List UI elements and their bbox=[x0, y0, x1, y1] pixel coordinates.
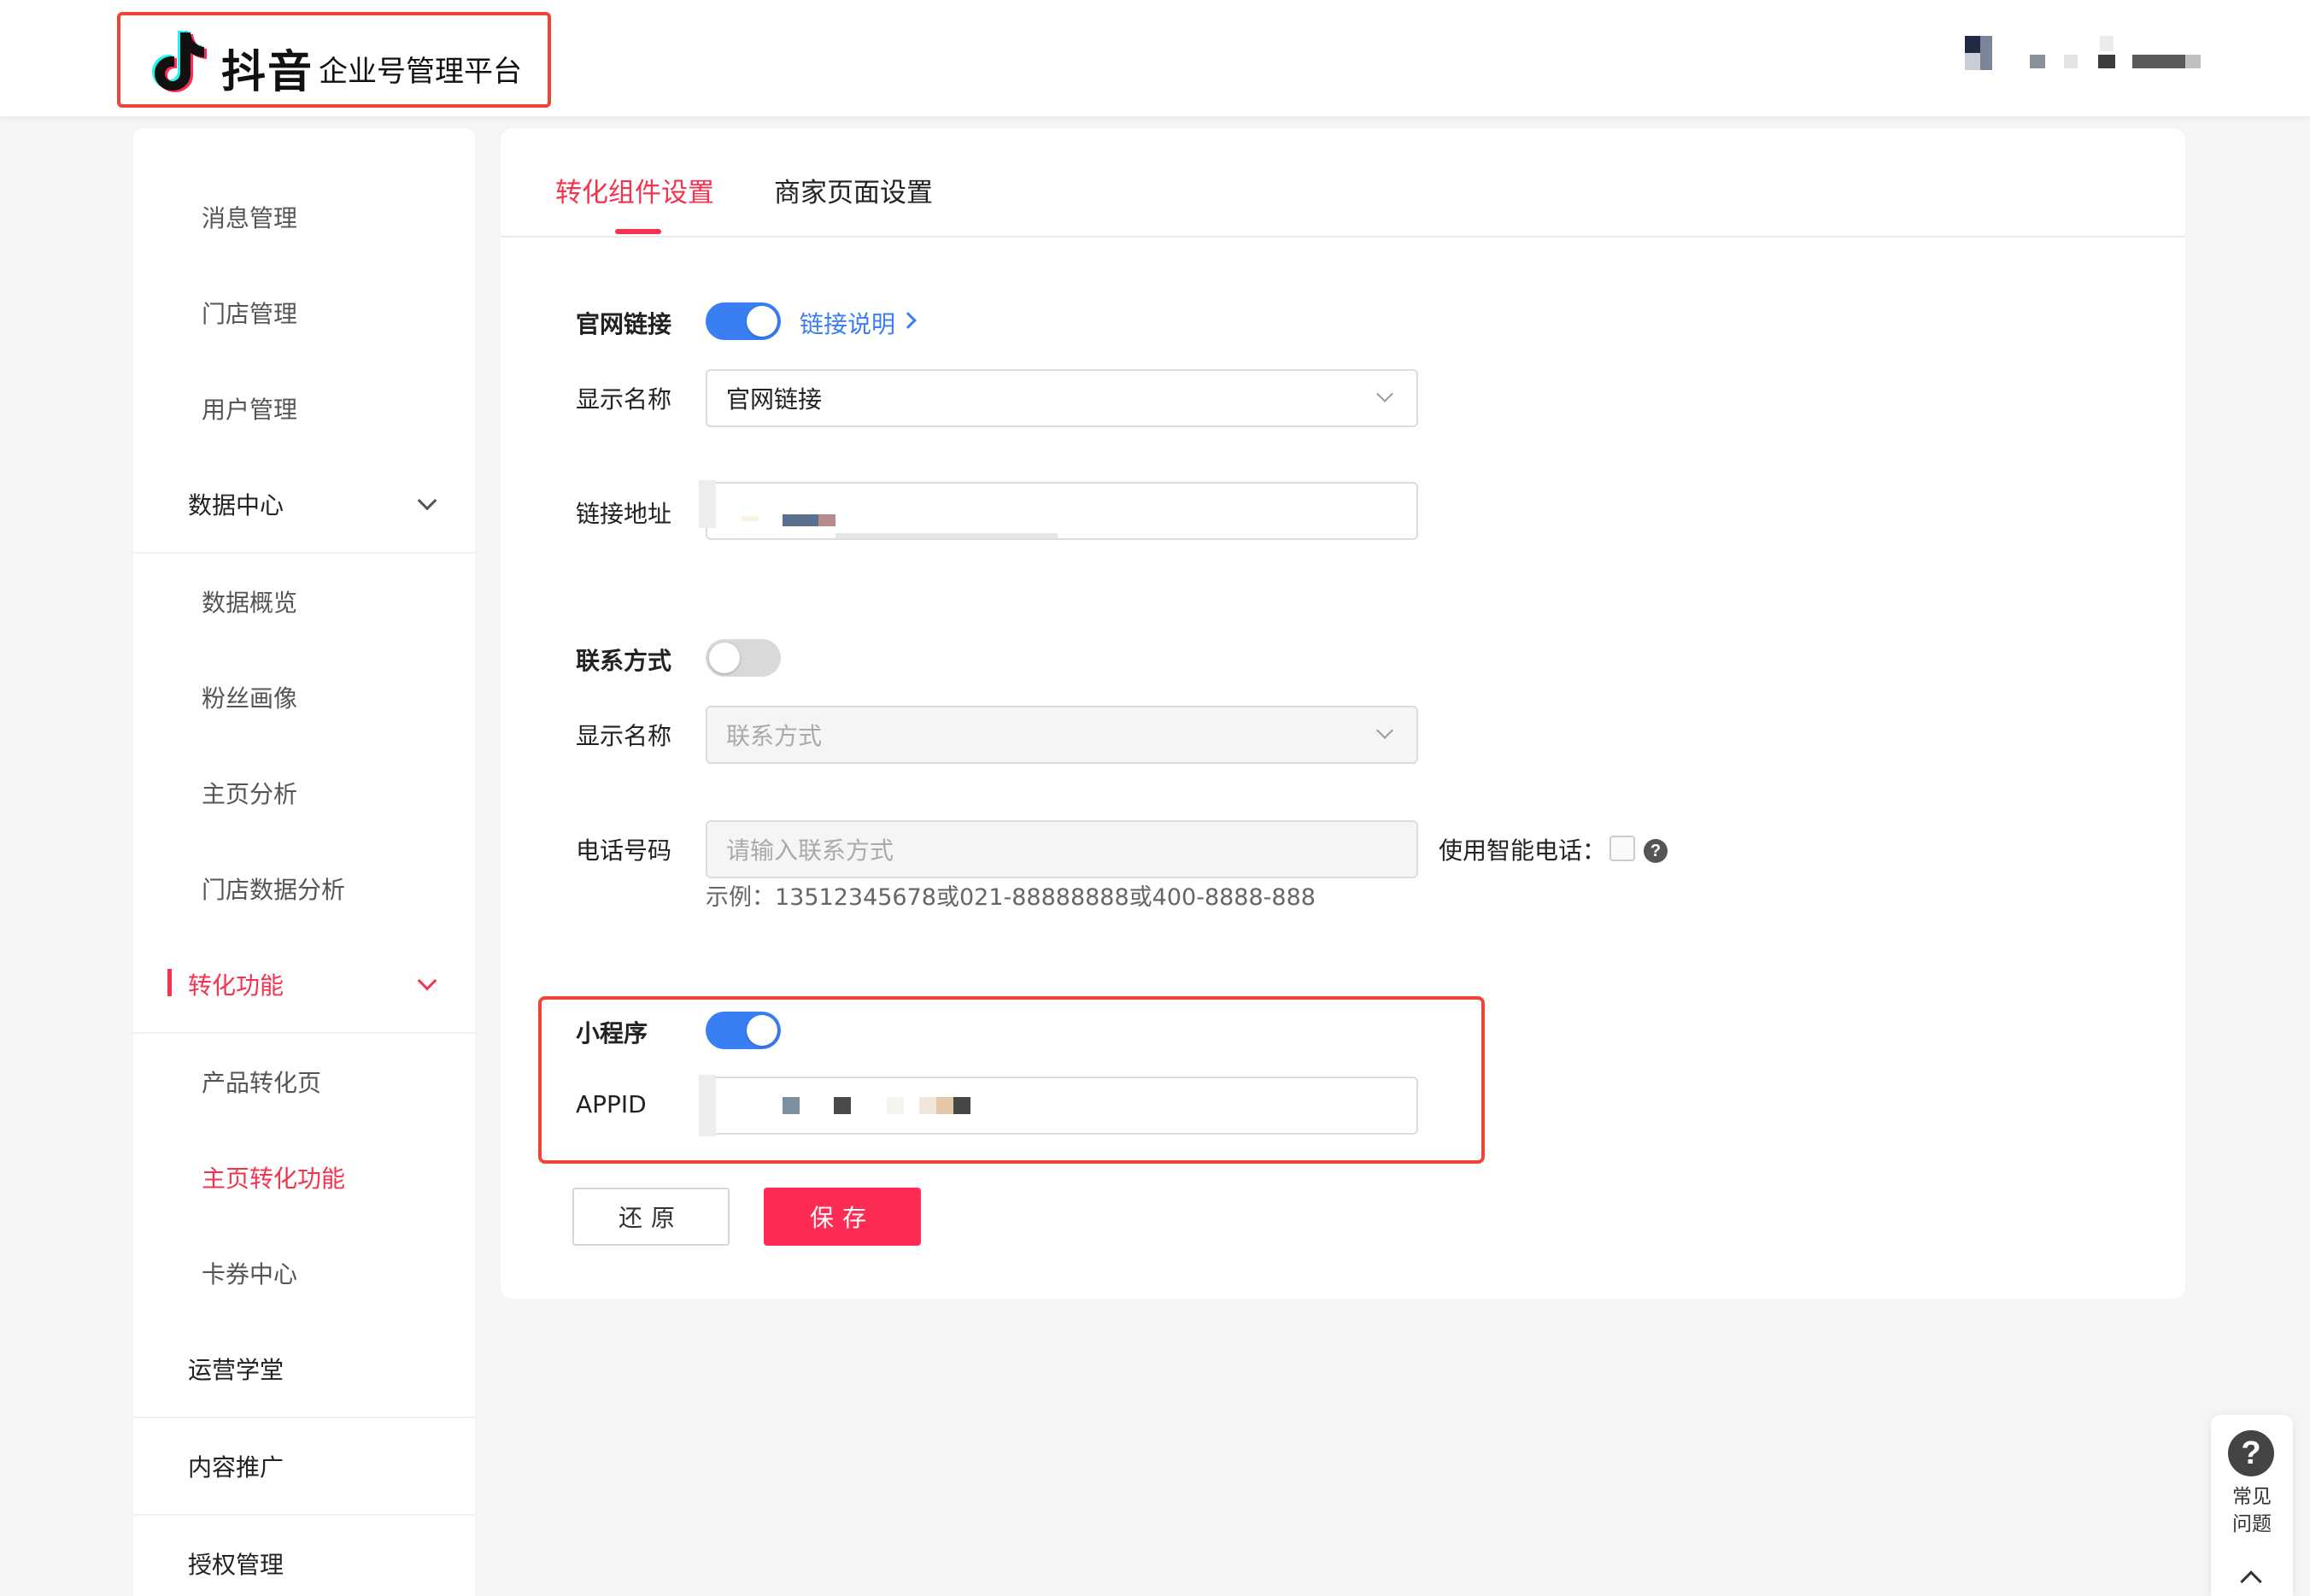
phone-label: 电话号码 bbox=[576, 836, 672, 865]
sidebar-group-content-promotion[interactable]: 内容推广 bbox=[133, 1418, 475, 1514]
faq-label-line2: 问题 bbox=[2232, 1513, 2272, 1535]
top-header: 抖音 企业号管理平台 bbox=[0, 0, 2310, 116]
blurred-content bbox=[834, 1097, 851, 1114]
miniapp-title: 小程序 bbox=[576, 1019, 648, 1047]
tab-bar: 转化组件设置 商家页面设置 bbox=[501, 128, 2185, 238]
sidebar-item-coupon-center[interactable]: 卡券中心 bbox=[133, 1225, 475, 1321]
sidebar-item-label: 主页转化功能 bbox=[202, 1165, 346, 1193]
sidebar-item-label: 门店数据分析 bbox=[202, 876, 346, 904]
blurred-content bbox=[783, 1097, 800, 1114]
sidebar-item-label: 消息管理 bbox=[202, 204, 298, 232]
save-button[interactable]: 保存 bbox=[764, 1188, 921, 1246]
blurred-content bbox=[835, 533, 1058, 538]
blurred-content bbox=[699, 1075, 716, 1136]
sidebar-item-label: 授权管理 bbox=[188, 1551, 284, 1579]
sidebar-item-messages[interactable]: 消息管理 bbox=[133, 169, 475, 265]
blurred-content bbox=[936, 1097, 953, 1114]
sidebar-item-users[interactable]: 用户管理 bbox=[133, 361, 475, 456]
contact-name-select[interactable]: 联系方式 bbox=[706, 706, 1418, 764]
sidebar-item-label: 门店管理 bbox=[202, 300, 298, 328]
sidebar-item-label: 数据概览 bbox=[202, 589, 298, 617]
blurred-content bbox=[742, 516, 759, 521]
website-name-label: 显示名称 bbox=[576, 385, 672, 414]
toggle-knob bbox=[709, 643, 740, 673]
smart-phone-checkbox[interactable] bbox=[1609, 836, 1635, 861]
settings-card: 转化组件设置 商家页面设置 官网链接 链接说明 显示名称 官网链接 链接地址 联… bbox=[501, 128, 2185, 1299]
blurred-content bbox=[818, 514, 835, 526]
sidebar-item-homepage-conversion[interactable]: 主页转化功能 bbox=[133, 1130, 475, 1225]
user-account-blurred[interactable] bbox=[1956, 32, 2213, 75]
blurred-content bbox=[699, 480, 716, 528]
appid-label: APPID bbox=[576, 1090, 647, 1118]
website-link-toggle[interactable] bbox=[706, 302, 781, 340]
sidebar-item-label: 主页分析 bbox=[202, 780, 298, 808]
sidebar-item-fan-profile[interactable]: 粉丝画像 bbox=[133, 649, 475, 745]
douyin-note-icon bbox=[152, 31, 207, 92]
faq-label-line1: 常见 bbox=[2232, 1486, 2272, 1508]
website-url-input[interactable] bbox=[699, 480, 1418, 540]
blurred-content bbox=[919, 1097, 936, 1114]
sidebar-item-label: 数据中心 bbox=[188, 491, 284, 519]
chevron-down-icon bbox=[417, 971, 437, 991]
toggle-knob bbox=[747, 1015, 777, 1046]
sidebar-item-label: 粉丝画像 bbox=[202, 684, 298, 713]
miniapp-toggle[interactable] bbox=[706, 1012, 781, 1049]
chevron-right-icon bbox=[900, 312, 917, 329]
chevron-down-icon bbox=[1376, 722, 1393, 739]
website-url-label: 链接地址 bbox=[576, 500, 672, 528]
sidebar-item-store-analysis[interactable]: 门店数据分析 bbox=[133, 841, 475, 936]
sidebar-item-stores[interactable]: 门店管理 bbox=[133, 265, 475, 361]
brand-name: 抖音 bbox=[221, 47, 314, 98]
phone-placeholder: 请输入联系方式 bbox=[726, 836, 894, 865]
toggle-knob bbox=[747, 306, 777, 337]
side-nav: 消息管理 门店管理 用户管理 数据中心 数据概览 粉丝画像 主页分析 门店数据分… bbox=[133, 128, 475, 1596]
question-icon[interactable]: ? bbox=[1644, 839, 1668, 863]
contact-name-label: 显示名称 bbox=[576, 722, 672, 750]
contact-title: 联系方式 bbox=[576, 647, 672, 675]
sidebar-item-label: 内容推广 bbox=[188, 1453, 284, 1482]
chevron-up-icon[interactable] bbox=[2240, 1570, 2262, 1593]
sidebar-item-label: 运营学堂 bbox=[188, 1356, 284, 1384]
sidebar-group-conversion[interactable]: 转化功能 bbox=[133, 936, 475, 1032]
brand-logo[interactable]: 抖音 企业号管理平台 bbox=[117, 12, 551, 108]
tab-merchant-page[interactable]: 商家页面设置 bbox=[774, 171, 933, 209]
phone-example-hint: 示例：13512345678或021-88888888或400-8888-888 bbox=[706, 884, 1316, 911]
tab-conversion-components[interactable]: 转化组件设置 bbox=[555, 171, 714, 209]
active-tab-underline bbox=[615, 229, 661, 234]
contact-name-value: 联系方式 bbox=[726, 722, 823, 750]
sidebar-item-label: 产品转化页 bbox=[202, 1069, 322, 1097]
chevron-down-icon bbox=[417, 490, 437, 511]
blurred-content bbox=[953, 1097, 970, 1114]
sidebar-item-homepage-analysis[interactable]: 主页分析 bbox=[133, 745, 475, 841]
blurred-content bbox=[783, 514, 818, 526]
sidebar-item-product-conversion[interactable]: 产品转化页 bbox=[133, 1034, 475, 1130]
faq-widget[interactable]: ? 常见 问题 bbox=[2211, 1415, 2293, 1596]
phone-input[interactable]: 请输入联系方式 bbox=[706, 820, 1418, 878]
sidebar-group-authorization[interactable]: 授权管理 bbox=[133, 1516, 475, 1596]
link-help-link[interactable]: 链接说明 bbox=[800, 306, 895, 340]
appid-input[interactable] bbox=[699, 1075, 1418, 1136]
platform-subtitle: 企业号管理平台 bbox=[319, 55, 522, 89]
sidebar-item-label: 转化功能 bbox=[188, 971, 284, 1000]
active-indicator bbox=[167, 969, 172, 996]
website-name-select[interactable]: 官网链接 bbox=[706, 369, 1418, 427]
blurred-content bbox=[887, 1097, 904, 1114]
smart-phone-label: 使用智能电话： bbox=[1439, 836, 1607, 865]
sidebar-item-data-overview[interactable]: 数据概览 bbox=[133, 554, 475, 649]
sidebar-group-operations-academy[interactable]: 运营学堂 bbox=[133, 1321, 475, 1417]
contact-toggle[interactable] bbox=[706, 639, 781, 677]
sidebar-group-data-center[interactable]: 数据中心 bbox=[133, 456, 475, 552]
website-link-title: 官网链接 bbox=[576, 310, 672, 338]
faq-label: 常见 问题 bbox=[2211, 1483, 2293, 1538]
chevron-down-icon bbox=[1376, 385, 1393, 402]
question-icon: ? bbox=[2228, 1430, 2274, 1476]
website-name-value: 官网链接 bbox=[726, 385, 823, 414]
sidebar-item-label: 卡券中心 bbox=[202, 1260, 298, 1288]
sidebar-item-label: 用户管理 bbox=[202, 396, 298, 424]
reset-button[interactable]: 还原 bbox=[572, 1188, 730, 1246]
